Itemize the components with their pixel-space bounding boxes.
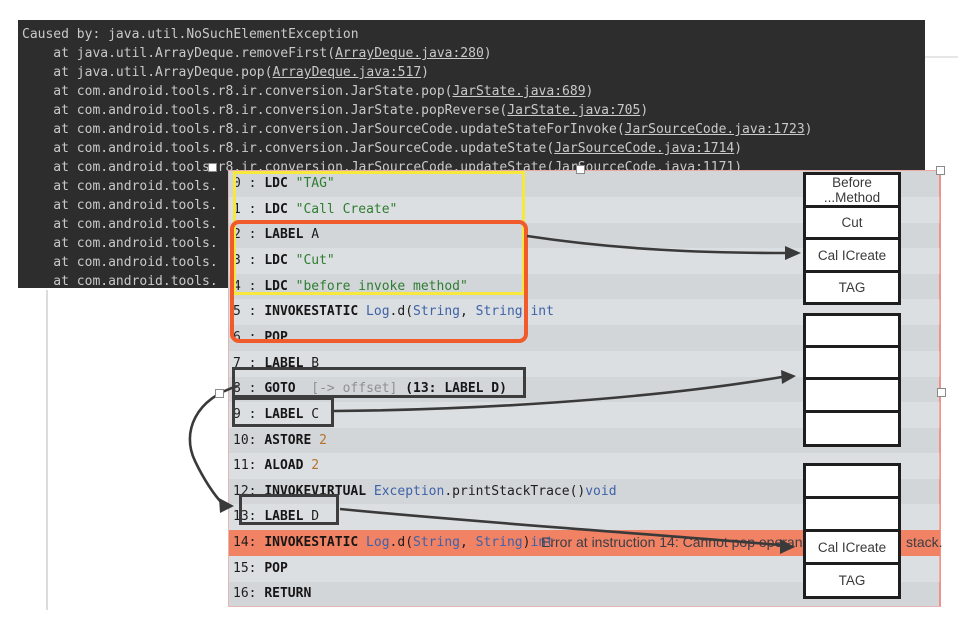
bytecode-row: 9 : LABEL C	[229, 402, 940, 428]
stacktrace-file-link[interactable]: JarState.java:689	[452, 84, 585, 99]
instruction-token: Log	[358, 535, 389, 550]
instruction-number: 14:	[233, 535, 264, 550]
instruction-token: void	[585, 484, 616, 499]
selection-handle[interactable]	[215, 389, 224, 398]
stacktrace-line: at com.android.tools.r8.ir.conversion.Ja…	[22, 82, 925, 101]
instruction-number: 16:	[233, 586, 264, 601]
selection-handle[interactable]	[576, 165, 585, 174]
instruction-token: String	[413, 535, 460, 550]
bytecode-row: 11: ALOAD 2	[229, 453, 940, 479]
instruction-token: ASTORE	[264, 433, 311, 448]
stacktrace-line: Caused by: java.util.NoSuchElementExcept…	[22, 25, 925, 44]
selection-handle[interactable]	[937, 388, 946, 397]
instruction-token: int	[530, 304, 553, 319]
stacktrace-line: at com.android.tools.r8.ir.conversion.Ja…	[22, 101, 925, 120]
instruction-token: 2	[311, 433, 327, 448]
label-c-box	[232, 397, 334, 427]
bytecode-row: 16: RETURN	[229, 581, 940, 607]
instruction-token: Exception	[366, 484, 444, 499]
stacktrace-file-link[interactable]: ArrayDeque.java:280	[335, 46, 484, 61]
stacktrace-line: at java.util.ArrayDeque.pop(ArrayDeque.j…	[22, 63, 925, 82]
stacktrace-file-link[interactable]: JarState.java:705	[507, 103, 640, 118]
error-message-text-tail: stack.	[906, 534, 943, 550]
instruction-token: .printStackTrace()	[444, 484, 585, 499]
highlight-box-orange	[230, 220, 528, 343]
stacktrace-line: at java.util.ArrayDeque.removeFirst(Arra…	[22, 44, 925, 63]
instruction-token: ,	[460, 535, 476, 550]
stacktrace-line: at com.android.tools.r8.ir.conversion.Ja…	[22, 139, 925, 158]
selection-handle[interactable]	[208, 163, 217, 172]
instruction-number: 11:	[233, 458, 264, 473]
stacktrace-file-link[interactable]: JarSourceCode.java:1723	[625, 122, 805, 137]
bytecode-row: 15: POP	[229, 556, 940, 582]
selection-handle[interactable]	[936, 166, 945, 175]
instruction-token: INVOKESTATIC	[264, 535, 358, 550]
page-horizontal-rule	[925, 56, 958, 58]
stacktrace-file-link[interactable]: JarSourceCode.java:1714	[554, 141, 734, 156]
page-vertical-rule	[46, 290, 48, 610]
instruction-number: 10:	[233, 433, 264, 448]
instruction-token: String	[476, 535, 523, 550]
error-message-text: Error at instruction 14: Cannot pop oper…	[541, 534, 803, 550]
instruction-token: ALOAD	[264, 458, 303, 473]
label-d-box	[239, 494, 339, 525]
bytecode-panel: 0 : LDC "TAG"1 : LDC "Call Create"2 : LA…	[228, 170, 941, 607]
instruction-token: POP	[264, 561, 287, 576]
stacktrace-file-link[interactable]: ArrayDeque.java:517	[272, 65, 421, 80]
goto-instruction-box	[232, 367, 526, 398]
instruction-token: 2	[303, 458, 319, 473]
instruction-number: 15:	[233, 561, 264, 576]
stacktrace-line: at com.android.tools.r8.ir.conversion.Ja…	[22, 120, 925, 139]
instruction-token: RETURN	[264, 586, 311, 601]
bytecode-row: 10: ASTORE 2	[229, 428, 940, 454]
instruction-token: .d(	[390, 535, 413, 550]
